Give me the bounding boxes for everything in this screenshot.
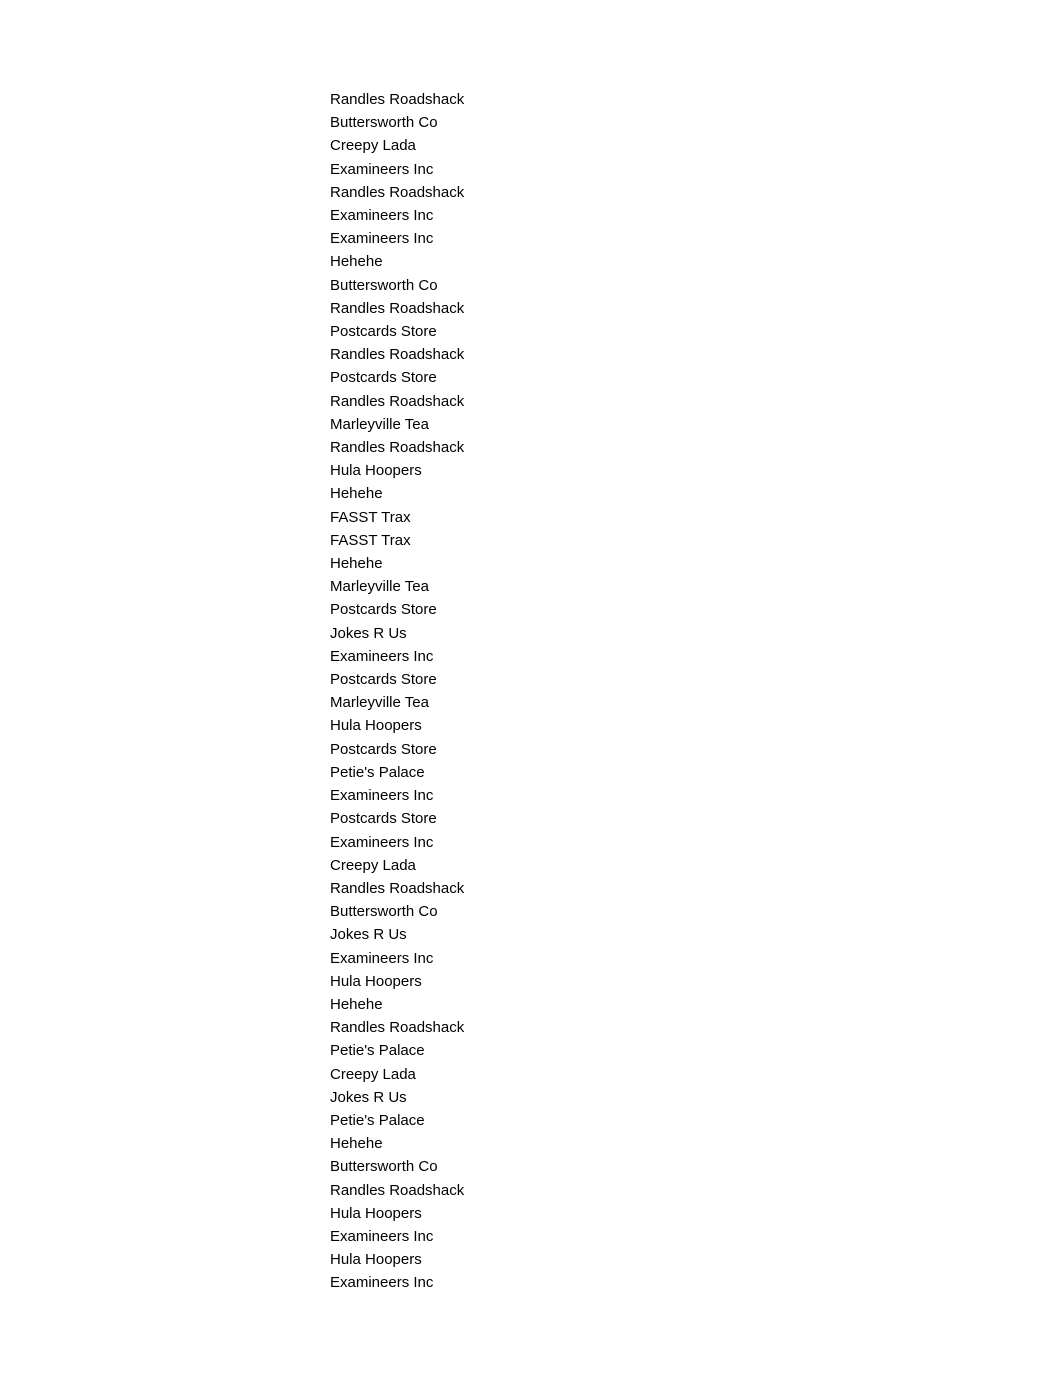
list-item: Creepy Lada bbox=[330, 854, 464, 877]
list-item: Randles Roadshack bbox=[330, 181, 464, 204]
list-item: Jokes R Us bbox=[330, 622, 464, 645]
list-item: Hula Hoopers bbox=[330, 1202, 464, 1225]
list-item: Marleyville Tea bbox=[330, 413, 464, 436]
list-item: Postcards Store bbox=[330, 807, 464, 830]
list-item: Postcards Store bbox=[330, 598, 464, 621]
list-item: Examineers Inc bbox=[330, 227, 464, 250]
list-item: Hehehe bbox=[330, 250, 464, 273]
list-item: Buttersworth Co bbox=[330, 900, 464, 923]
list-item: Hehehe bbox=[330, 552, 464, 575]
list-item: Hehehe bbox=[330, 482, 464, 505]
list-item: Petie's Palace bbox=[330, 1039, 464, 1062]
list-item: Randles Roadshack bbox=[330, 436, 464, 459]
list-item: Hula Hoopers bbox=[330, 459, 464, 482]
list-item: Randles Roadshack bbox=[330, 877, 464, 900]
list-item: Marleyville Tea bbox=[330, 575, 464, 598]
list-item: Examineers Inc bbox=[330, 645, 464, 668]
list-item: Randles Roadshack bbox=[330, 343, 464, 366]
list-item: Postcards Store bbox=[330, 320, 464, 343]
list-item: FASST Trax bbox=[330, 529, 464, 552]
list-item: Examineers Inc bbox=[330, 204, 464, 227]
list-item: Buttersworth Co bbox=[330, 111, 464, 134]
company-list: Randles RoadshackButtersworth CoCreepy L… bbox=[330, 88, 464, 1295]
list-item: Examineers Inc bbox=[330, 947, 464, 970]
list-item: Randles Roadshack bbox=[330, 390, 464, 413]
list-item: Hula Hoopers bbox=[330, 714, 464, 737]
list-item: Randles Roadshack bbox=[330, 1016, 464, 1039]
list-item: Hula Hoopers bbox=[330, 970, 464, 993]
list-item: Postcards Store bbox=[330, 366, 464, 389]
list-item: Examineers Inc bbox=[330, 831, 464, 854]
list-item: Hehehe bbox=[330, 1132, 464, 1155]
list-item: Examineers Inc bbox=[330, 1271, 464, 1294]
list-item: Examineers Inc bbox=[330, 784, 464, 807]
list-item: Creepy Lada bbox=[330, 1063, 464, 1086]
list-item: Hula Hoopers bbox=[330, 1248, 464, 1271]
list-item: Creepy Lada bbox=[330, 134, 464, 157]
list-item: Randles Roadshack bbox=[330, 297, 464, 320]
list-item: Hehehe bbox=[330, 993, 464, 1016]
list-item: Randles Roadshack bbox=[330, 88, 464, 111]
list-item: Petie's Palace bbox=[330, 761, 464, 784]
list-item: Randles Roadshack bbox=[330, 1179, 464, 1202]
list-item: Buttersworth Co bbox=[330, 274, 464, 297]
list-item: Jokes R Us bbox=[330, 1086, 464, 1109]
list-item: Postcards Store bbox=[330, 738, 464, 761]
list-item: Examineers Inc bbox=[330, 158, 464, 181]
list-item: Buttersworth Co bbox=[330, 1155, 464, 1178]
list-item: Jokes R Us bbox=[330, 923, 464, 946]
list-item: FASST Trax bbox=[330, 506, 464, 529]
list-item: Postcards Store bbox=[330, 668, 464, 691]
list-item: Examineers Inc bbox=[330, 1225, 464, 1248]
list-item: Petie's Palace bbox=[330, 1109, 464, 1132]
list-item: Marleyville Tea bbox=[330, 691, 464, 714]
